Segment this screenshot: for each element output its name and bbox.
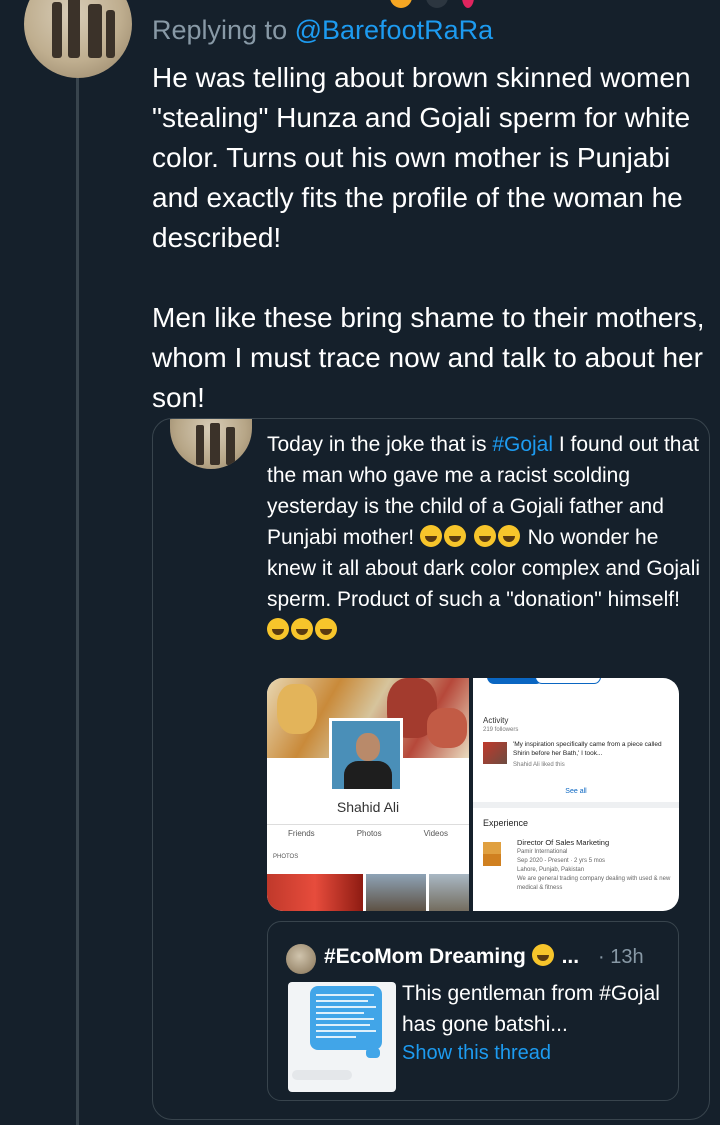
nested-author-name-text: #EcoMom Dreaming xyxy=(324,945,526,968)
quoted-tweet-card[interactable]: Today in the joke that is #Gojal I found… xyxy=(152,418,710,1120)
li-experience-title: Experience xyxy=(483,818,529,828)
nested-time[interactable]: 13h xyxy=(610,946,643,968)
tab-friends: Friends xyxy=(288,829,315,838)
tweet-text: He was telling about brown skinned women… xyxy=(152,58,707,418)
li-location: Lahore, Punjab, Pakistan xyxy=(517,867,585,873)
nested-author-avatar[interactable] xyxy=(286,944,316,974)
nested-tweet-text: This gentleman from #Gojal has gone bats… xyxy=(402,982,660,1036)
li-post-text: 'My inspiration specifically came from a… xyxy=(513,741,662,757)
laughing-emoji-icon xyxy=(267,618,289,640)
laughing-emoji-icon xyxy=(497,525,520,547)
profile-tabs: Friends Photos Videos xyxy=(267,824,469,844)
li-company: Pamir International xyxy=(517,849,568,855)
thread-line xyxy=(76,78,79,1125)
laughing-emoji-icon xyxy=(291,618,313,640)
li-button-outline xyxy=(535,678,601,684)
quoted-author-avatar[interactable] xyxy=(170,419,252,469)
li-divider xyxy=(473,802,679,808)
author-avatar[interactable] xyxy=(24,0,132,78)
photos-label: PHOTOS xyxy=(273,854,299,860)
chat-bubble xyxy=(310,986,382,1050)
replying-to: Replying to @BarefootRaRa xyxy=(152,15,493,46)
chat-bubble-small xyxy=(366,1048,380,1058)
laughing-emoji-icon xyxy=(315,618,337,640)
nested-separator: · xyxy=(598,946,605,968)
laughing-emoji-icon xyxy=(419,525,442,547)
partial-author-row xyxy=(390,0,474,8)
chat-caption xyxy=(292,1070,352,1080)
quoted-text-part: Today in the joke that is xyxy=(267,433,487,456)
tab-photos: Photos xyxy=(356,829,382,838)
replying-handle-link[interactable]: @BarefootRaRa xyxy=(295,15,494,45)
nested-ellipsis: ... xyxy=(561,945,580,968)
nested-author-name[interactable]: #EcoMom Dreaming ... xyxy=(324,944,579,969)
laughing-emoji-icon xyxy=(443,525,466,547)
nested-meta: · 13h xyxy=(598,946,644,969)
partial-emoji-icon xyxy=(390,0,412,8)
relieved-emoji-icon xyxy=(531,944,554,966)
media-grid[interactable]: Shahid Ali Friends Photos Videos PHOTOS … xyxy=(267,678,679,911)
li-post-thumbnail xyxy=(483,742,507,764)
media-image-facebook-profile[interactable]: Shahid Ali Friends Photos Videos PHOTOS xyxy=(267,678,469,911)
li-role-title: Director Of Sales Marketing xyxy=(517,838,610,847)
partial-icon xyxy=(426,0,448,8)
media-image-linkedin-profile[interactable]: Activity 219 followers 'My inspiration s… xyxy=(473,678,679,911)
quoted-tweet-text: Today in the joke that is #Gojal I found… xyxy=(267,429,702,646)
nested-quoted-tweet[interactable]: #EcoMom Dreaming ... · 13h This gentlema… xyxy=(267,921,679,1101)
laughing-emoji-icon xyxy=(473,525,496,547)
li-role: Director Of Sales Marketing Pamir Intern… xyxy=(517,838,677,893)
hashtag-link[interactable]: #Gojal xyxy=(492,433,553,456)
show-thread-link[interactable]: Show this thread xyxy=(402,1042,551,1065)
profile-name: Shahid Ali xyxy=(336,799,400,815)
tweet-paragraph: He was telling about brown skinned women… xyxy=(152,62,691,253)
li-liked: Shahid Ali liked this xyxy=(513,762,565,768)
li-company-logo xyxy=(483,842,501,866)
partial-heart-icon xyxy=(462,0,474,8)
photos-strip xyxy=(267,874,469,911)
replying-prefix: Replying to xyxy=(152,15,288,45)
tweet-paragraph: Men like these bring shame to their moth… xyxy=(152,302,705,413)
li-dates: Sep 2020 - Present · 2 yrs 5 mos xyxy=(517,858,606,864)
tab-videos: Videos xyxy=(423,829,448,838)
li-followers: 219 followers xyxy=(483,727,519,733)
li-activity-title: Activity xyxy=(483,716,509,725)
nested-chat-screenshot[interactable] xyxy=(288,982,396,1092)
li-see-all: See all xyxy=(565,788,587,795)
li-description: We are general trading company dealing w… xyxy=(517,876,671,891)
profile-photo xyxy=(329,718,403,792)
